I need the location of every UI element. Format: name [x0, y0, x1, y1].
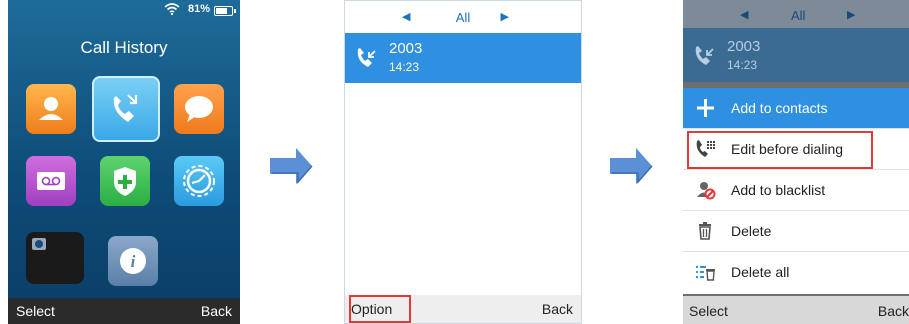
menu-item-label: Add to blacklist — [731, 182, 826, 198]
contacts-app-icon[interactable] — [26, 84, 76, 134]
battery-percent: 81% — [187, 3, 210, 15]
menu-item-delete[interactable]: Delete — [683, 211, 909, 252]
call-time: 14:23 — [389, 60, 420, 74]
filter-tab-all[interactable]: All — [791, 8, 805, 23]
select-softkey[interactable]: Select — [689, 303, 728, 319]
softkey-bar: Select Back — [683, 296, 909, 324]
svg-text:i: i — [131, 252, 136, 271]
menu-item-label: Delete — [731, 223, 772, 239]
menu-item-label: Delete all — [731, 264, 790, 280]
phone-screen-menu: 81% Call History i Select Back — [8, 0, 240, 324]
wifi-icon — [164, 3, 180, 18]
right-arrow-icon — [270, 146, 314, 191]
tab-next-icon[interactable]: ▶ — [847, 8, 855, 21]
menu-item-add-to-blacklist[interactable]: Add to blacklist — [683, 170, 909, 211]
filter-tab-bar: ◀ All ▶ — [345, 1, 581, 31]
tab-next-icon[interactable]: ▶ — [501, 10, 509, 23]
settings-app-icon[interactable] — [174, 156, 224, 206]
call-entry-row[interactable]: 2003 14:23 — [345, 33, 581, 83]
filter-tab-all[interactable]: All — [345, 10, 581, 25]
call-history-list-screen: ◀ All ▶ 2003 14:23 Option Back — [344, 0, 582, 324]
voicemail-app-icon[interactable] — [26, 156, 76, 206]
page-title: Call History — [80, 38, 168, 57]
tab-prev-icon[interactable]: ◀ — [740, 8, 748, 21]
select-softkey[interactable]: Select — [16, 303, 55, 319]
back-softkey[interactable]: Back — [542, 301, 573, 317]
messages-app-icon[interactable] — [174, 84, 224, 134]
info-app-icon[interactable]: i — [108, 236, 158, 286]
emergency-app-icon[interactable] — [100, 156, 150, 206]
block-contact-icon — [695, 180, 717, 200]
back-softkey[interactable]: Back — [878, 303, 909, 319]
menu-item-add-to-contacts[interactable]: Add to contacts — [683, 88, 909, 129]
menu-item-label: Add to contacts — [731, 100, 828, 116]
call-number: 2003 — [389, 40, 423, 57]
option-highlight-box — [349, 295, 411, 323]
option-menu: Add to contacts Edit before dialing Add … — [683, 88, 909, 294]
back-softkey[interactable]: Back — [201, 303, 232, 319]
edit-before-dialing-highlight-box — [687, 131, 873, 169]
right-arrow-icon — [610, 146, 654, 191]
incoming-call-icon — [357, 48, 376, 67]
delete-all-icon — [695, 262, 717, 282]
call-history-app-icon[interactable] — [92, 76, 160, 142]
incoming-call-icon — [695, 46, 714, 65]
call-number: 2003 — [727, 38, 761, 55]
camera-app-icon[interactable] — [26, 232, 84, 284]
call-entry-row: 2003 14:23 — [683, 28, 909, 82]
plus-icon — [695, 98, 717, 118]
menu-item-delete-all[interactable]: Delete all — [683, 252, 909, 292]
status-bar: 81% — [8, 0, 240, 20]
call-option-menu-screen: ◀ All ▶ 2003 14:23 Add to contacts Edit … — [683, 0, 909, 324]
battery-icon — [214, 6, 236, 16]
softkey-bar: Select Back — [8, 298, 240, 324]
call-time: 14:23 — [727, 58, 758, 72]
filter-tab-bar: ◀ All ▶ — [683, 0, 909, 28]
trash-icon — [695, 221, 717, 241]
